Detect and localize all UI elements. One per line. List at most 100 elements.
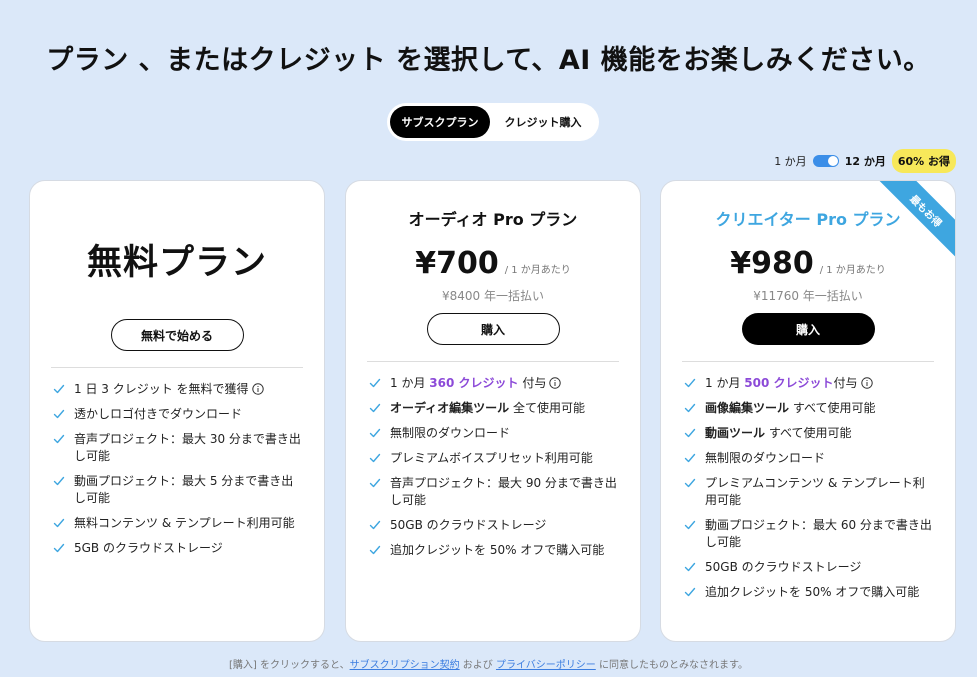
list-item: 50GB のクラウドストレージ [369,517,619,534]
feature-text: 音声プロジェクト：最大 90 分まで書き出し可能 [390,476,617,507]
feature-text: 50GB のクラウドストレージ [390,518,547,532]
footer-text: [購入] をクリックすると、 [229,660,350,671]
feature-text: 追加クレジットを 50% オフで購入可能 [705,585,920,599]
check-icon [684,402,696,414]
feature-text: 動画プロジェクト：最大 5 分まで書き出し可能 [74,474,294,505]
check-icon [684,477,696,489]
free-plan-card: 無料プラン 無料で始める 1 日 3 クレジット を無料で獲得 透かしロゴ付きで… [29,180,325,642]
feature-text: 付与 [518,376,547,390]
feature-text: 無料コンテンツ & テンプレート利用可能 [74,516,295,530]
check-icon [684,427,696,439]
list-item: 1 か月 500 クレジット付与 [684,375,934,392]
start-free-button[interactable]: 無料で始める [110,319,244,351]
check-icon [684,586,696,598]
price-period: / 1 か月あたり [504,265,571,276]
footer-text: および [459,660,496,671]
feature-text: 50GB のクラウドストレージ [705,560,862,574]
monthly-label[interactable]: 1 か月 [774,153,807,169]
check-icon [369,544,381,556]
list-item: 無制限のダウンロード [684,450,934,467]
buy-creator-pro-button[interactable]: 購入 [741,313,875,345]
free-plan-title: 無料プラン [86,243,267,283]
feature-text: 動画プロジェクト：最大 60 分まで書き出し可能 [705,518,932,549]
list-item: 5GB のクラウドストレージ [53,540,303,557]
list-item: 50GB のクラウドストレージ [684,559,934,576]
check-icon [369,402,381,414]
list-item: 無制限のダウンロード [369,425,619,442]
feature-highlight: 画像編集ツール [705,401,790,415]
terms-footer: [購入] をクリックすると、サブスクリプション契約 および プライバシーポリシー… [0,656,977,671]
price-row: ¥980 / 1 か月あたり [661,246,955,281]
check-icon [684,452,696,464]
discount-badge: 60% お得 [891,149,956,173]
list-item: 1 か月 360 クレジット 付与 [369,375,619,392]
feature-text: 1 か月 [390,376,430,390]
yearly-label[interactable]: 12 か月 [845,153,886,169]
list-item: オーディオ編集ツール 全て使用可能 [369,400,619,417]
divider [682,361,934,362]
feature-highlight: 動画ツール [705,426,766,440]
feature-text: 無制限のダウンロード [705,451,826,465]
check-icon [369,377,381,389]
check-icon [684,519,696,531]
check-icon [53,475,65,487]
monthly-price: ¥700 [415,246,499,281]
info-icon[interactable] [861,377,873,389]
check-icon [369,452,381,464]
feature-text: 無制限のダウンロード [390,426,511,440]
feature-text: 付与 [833,376,858,390]
subscription-agreement-link[interactable]: サブスクリプション契約 [350,660,460,671]
list-item: 音声プロジェクト：最大 90 分まで書き出し可能 [369,475,619,509]
feature-text: 追加クレジットを 50% オフで購入可能 [390,543,605,557]
feature-text: プレミアムボイスプリセット利用可能 [390,451,593,465]
list-item: 透かしロゴ付きでダウンロード [53,406,303,423]
tab-credit-purchase[interactable]: クレジット購入 [490,106,596,138]
info-icon[interactable] [549,377,561,389]
footer-text: に同意したものとみなされます。 [595,660,748,671]
list-item: 無料コンテンツ & テンプレート利用可能 [53,515,303,532]
audio-pro-features: 1 か月 360 クレジット 付与 オーディオ編集ツール 全て使用可能 無制限の… [369,375,619,559]
page-headline: プラン 、またはクレジット を選択して、AI 機能をお楽しみください。 [46,45,931,76]
plan-type-tabs: サブスクプラン クレジット購入 [387,103,599,141]
feature-text: 1 日 3 クレジット を無料で獲得 [74,382,249,396]
monthly-price: ¥980 [730,246,814,281]
check-icon [53,433,65,445]
list-item: プレミアムコンテンツ & テンプレート利用可能 [684,475,934,509]
list-item: 動画ツール すべて使用可能 [684,425,934,442]
annual-price: ¥11760 年一括払い [753,289,863,303]
check-icon [53,517,65,529]
list-item: 音声プロジェクト：最大 30 分まで書き出し可能 [53,431,303,465]
list-item: 追加クレジットを 50% オフで購入可能 [369,542,619,559]
free-plan-features: 1 日 3 クレジット を無料で獲得 透かしロゴ付きでダウンロード 音声プロジェ… [53,381,303,557]
list-item: 画像編集ツール すべて使用可能 [684,400,934,417]
info-icon[interactable] [252,383,264,395]
check-icon [53,408,65,420]
tab-subscription[interactable]: サブスクプラン [390,106,490,138]
credit-amount: 360 クレジット [429,376,519,390]
feature-text: 5GB のクラウドストレージ [74,541,223,555]
price-row: ¥700 / 1 か月あたり [346,246,640,281]
check-icon [53,383,65,395]
credit-amount: 500 クレジット [744,376,834,390]
feature-text: プレミアムコンテンツ & テンプレート利用可能 [705,476,925,507]
check-icon [369,477,381,489]
privacy-policy-link[interactable]: プライバシーポリシー [496,660,596,671]
audio-pro-plan-card: オーディオ Pro プラン ¥700 / 1 か月あたり ¥8400 年一括払い… [345,180,641,642]
feature-text: すべて使用可能 [765,426,852,440]
list-item: 追加クレジットを 50% オフで購入可能 [684,584,934,601]
feature-text: 全て使用可能 [509,401,585,415]
divider [367,361,619,362]
feature-text: 1 か月 [705,376,745,390]
billing-period-selector: 1 か月 12 か月 60% お得 [774,149,956,173]
feature-text: すべて使用可能 [789,401,876,415]
billing-period-toggle[interactable] [812,155,839,167]
list-item: 1 日 3 クレジット を無料で獲得 [53,381,303,398]
annual-price: ¥8400 年一括払い [442,289,544,303]
check-icon [684,377,696,389]
feature-text: 透かしロゴ付きでダウンロード [74,407,243,421]
check-icon [369,427,381,439]
feature-highlight: オーディオ編集ツール [390,401,510,415]
list-item: 動画プロジェクト：最大 60 分まで書き出し可能 [684,517,934,551]
check-icon [53,542,65,554]
buy-audio-pro-button[interactable]: 購入 [426,313,560,345]
